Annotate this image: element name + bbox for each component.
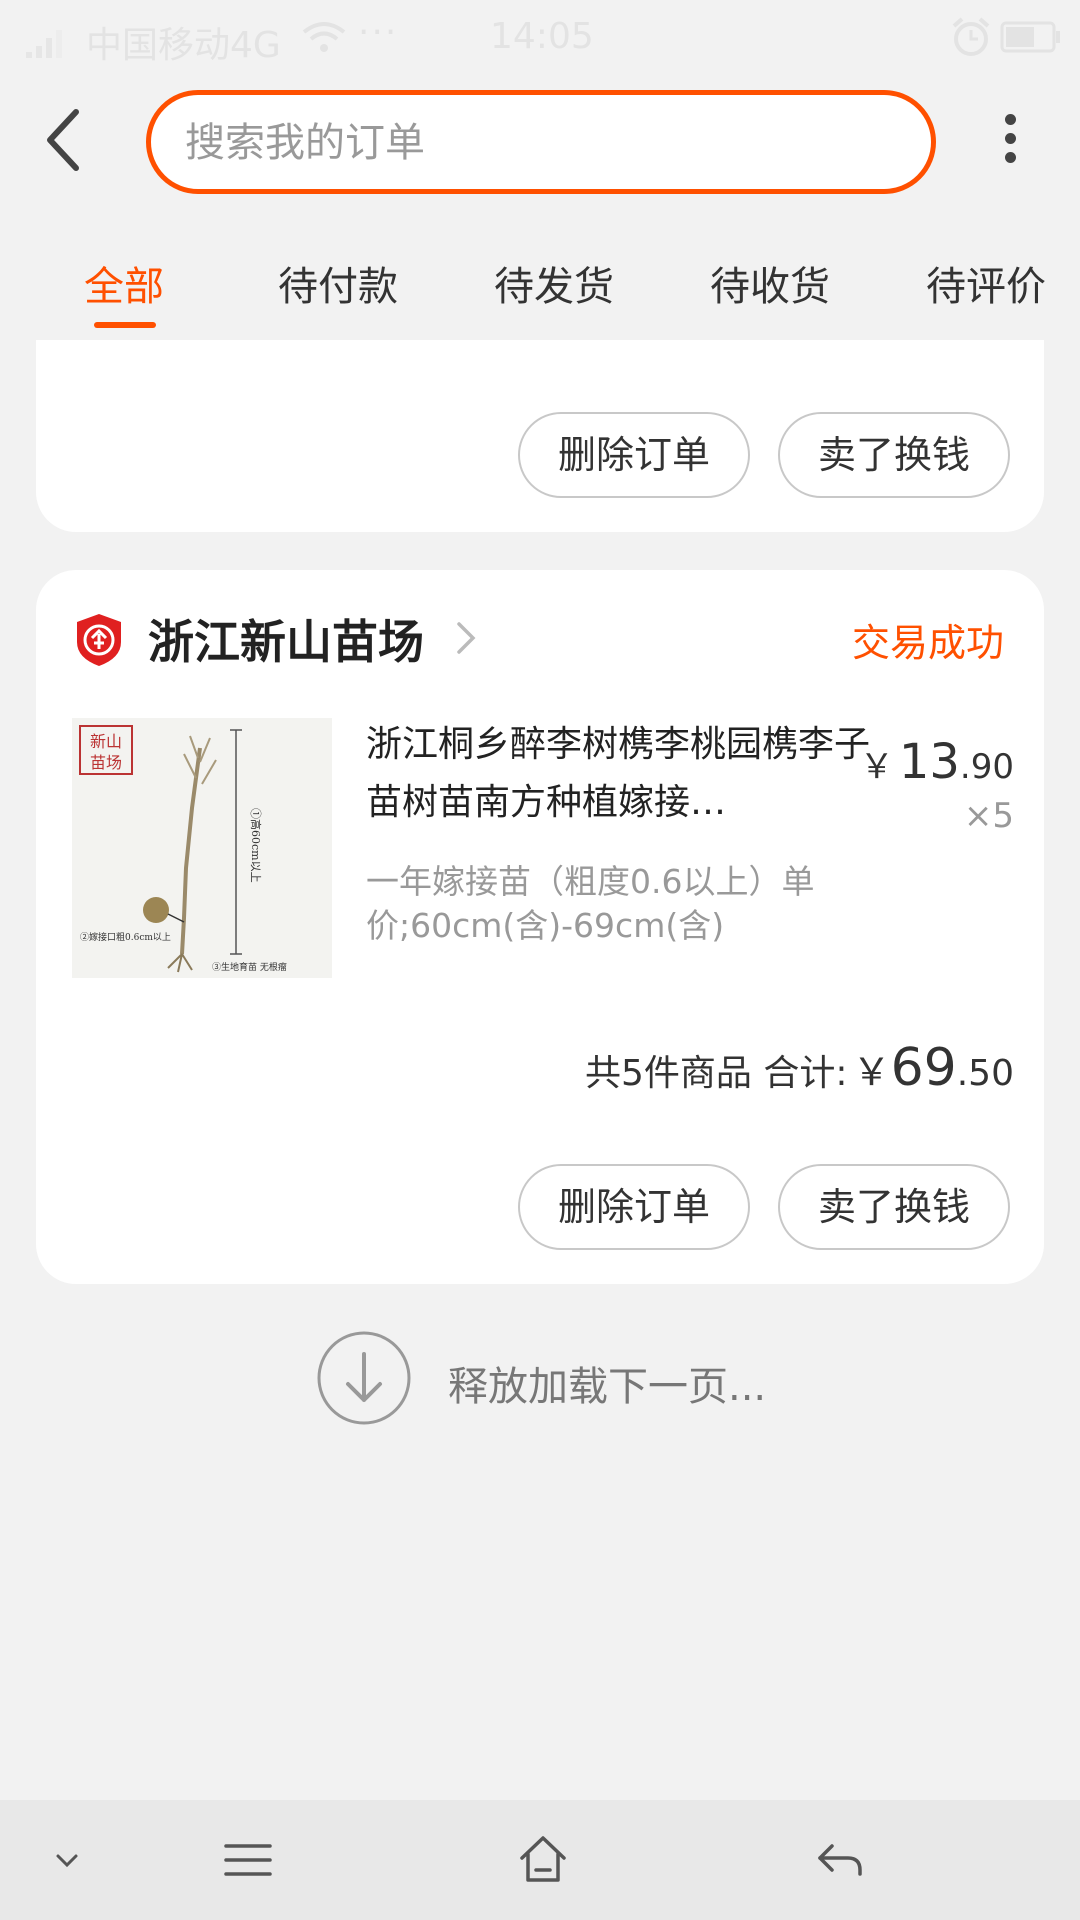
tab-all[interactable]: 全部 (84, 254, 164, 312)
status-bar: 中国移动4G ··· 14:05 (0, 0, 1080, 78)
product-title[interactable]: 浙江桐乡醉李树槜李桃园槜李子苗树苗南方种植嫁接… (366, 716, 876, 832)
order-card-previous: 删除订单 卖了换钱 (36, 340, 1044, 532)
back-nav-icon[interactable] (814, 1830, 866, 1890)
tab-pending-shipment[interactable]: 待发货 (494, 254, 614, 312)
seedling-illustration: 新山 苗场 ①高60cm以上 ②嫁接口粗0.6cm以上 ③生地育苗 无根瘤 (72, 718, 332, 978)
resell-button[interactable]: 卖了换钱 (778, 1164, 1010, 1250)
order-card: 浙江新山苗场 交易成功 新山 苗场 ①高60cm以上 ②嫁接口粗0.6cm以上 … (36, 570, 1044, 1284)
signal-icon (26, 30, 62, 58)
chevron-left-icon (47, 109, 79, 171)
battery-icon (1000, 21, 1060, 53)
delete-order-button[interactable]: 删除订单 (518, 412, 750, 498)
chevron-down-icon[interactable] (50, 1830, 84, 1890)
delete-order-button[interactable]: 删除订单 (518, 1164, 750, 1250)
order-tabs: 全部 待付款 待发货 待收货 待评价 (0, 230, 1080, 340)
price-integer: 13 (898, 734, 960, 790)
home-icon[interactable] (516, 1830, 570, 1890)
arrow-down-circle-icon (317, 1331, 411, 1425)
product-sku: 一年嫁接苗（粗度0.6以上）单价;60cm(含)-69cm(含) (366, 862, 815, 945)
header (0, 78, 1080, 208)
menu-icon[interactable] (222, 1830, 274, 1890)
svg-text:①高60cm以上: ①高60cm以上 (249, 808, 263, 883)
resell-button[interactable]: 卖了换钱 (778, 412, 1010, 498)
back-button[interactable] (36, 100, 96, 180)
chevron-right-icon[interactable] (454, 618, 478, 658)
svg-text:②嫁接口粗0.6cm以上: ②嫁接口粗0.6cm以上 (80, 931, 171, 943)
tab-pending-receipt[interactable]: 待收货 (710, 254, 830, 312)
active-tab-indicator (94, 322, 156, 328)
notification-dots: ··· (358, 12, 399, 53)
system-nav-bar (0, 1800, 1080, 1920)
svg-text:③生地育苗 无根瘤: ③生地育苗 无根瘤 (212, 961, 287, 973)
price-decimal: .90 (959, 747, 1014, 787)
currency-symbol: ￥ (859, 747, 894, 787)
carrier-label: 中国移动4G (86, 25, 281, 66)
shop-name[interactable]: 浙江新山苗场 (148, 606, 424, 672)
clock: 14:05 (490, 16, 594, 57)
summary-text: 共5件商品 合计: (584, 1053, 848, 1094)
more-vertical-icon (1004, 114, 1016, 125)
load-more-indicator: 释放加载下一页... (0, 1330, 1080, 1430)
currency-symbol: ￥ (852, 1050, 891, 1094)
tab-pending-review[interactable]: 待评价 (926, 254, 1046, 312)
product-image[interactable]: 新山 苗场 ①高60cm以上 ②嫁接口粗0.6cm以上 ③生地育苗 无根瘤 (72, 718, 332, 978)
search-input[interactable] (185, 115, 885, 171)
svg-text:新山: 新山 (90, 732, 122, 751)
order-summary: 共5件商品 合计: ￥69.50 (585, 1038, 1014, 1098)
svg-text:苗场: 苗场 (90, 753, 122, 772)
load-more-text: 释放加载下一页... (448, 1364, 767, 1410)
unit-price: ￥ 13.90 (860, 734, 1014, 790)
search-box[interactable] (146, 90, 936, 194)
tab-pending-payment[interactable]: 待付款 (278, 254, 398, 312)
quantity: ×5 (963, 796, 1014, 836)
total-integer: 69 (890, 1038, 957, 1098)
alarm-icon (952, 17, 990, 56)
enterprise-shop-icon (77, 614, 121, 666)
order-status: 交易成功 (852, 621, 1005, 665)
total-decimal: .50 (956, 1053, 1014, 1094)
more-menu-button[interactable] (990, 106, 1030, 176)
wifi-icon (302, 22, 346, 52)
